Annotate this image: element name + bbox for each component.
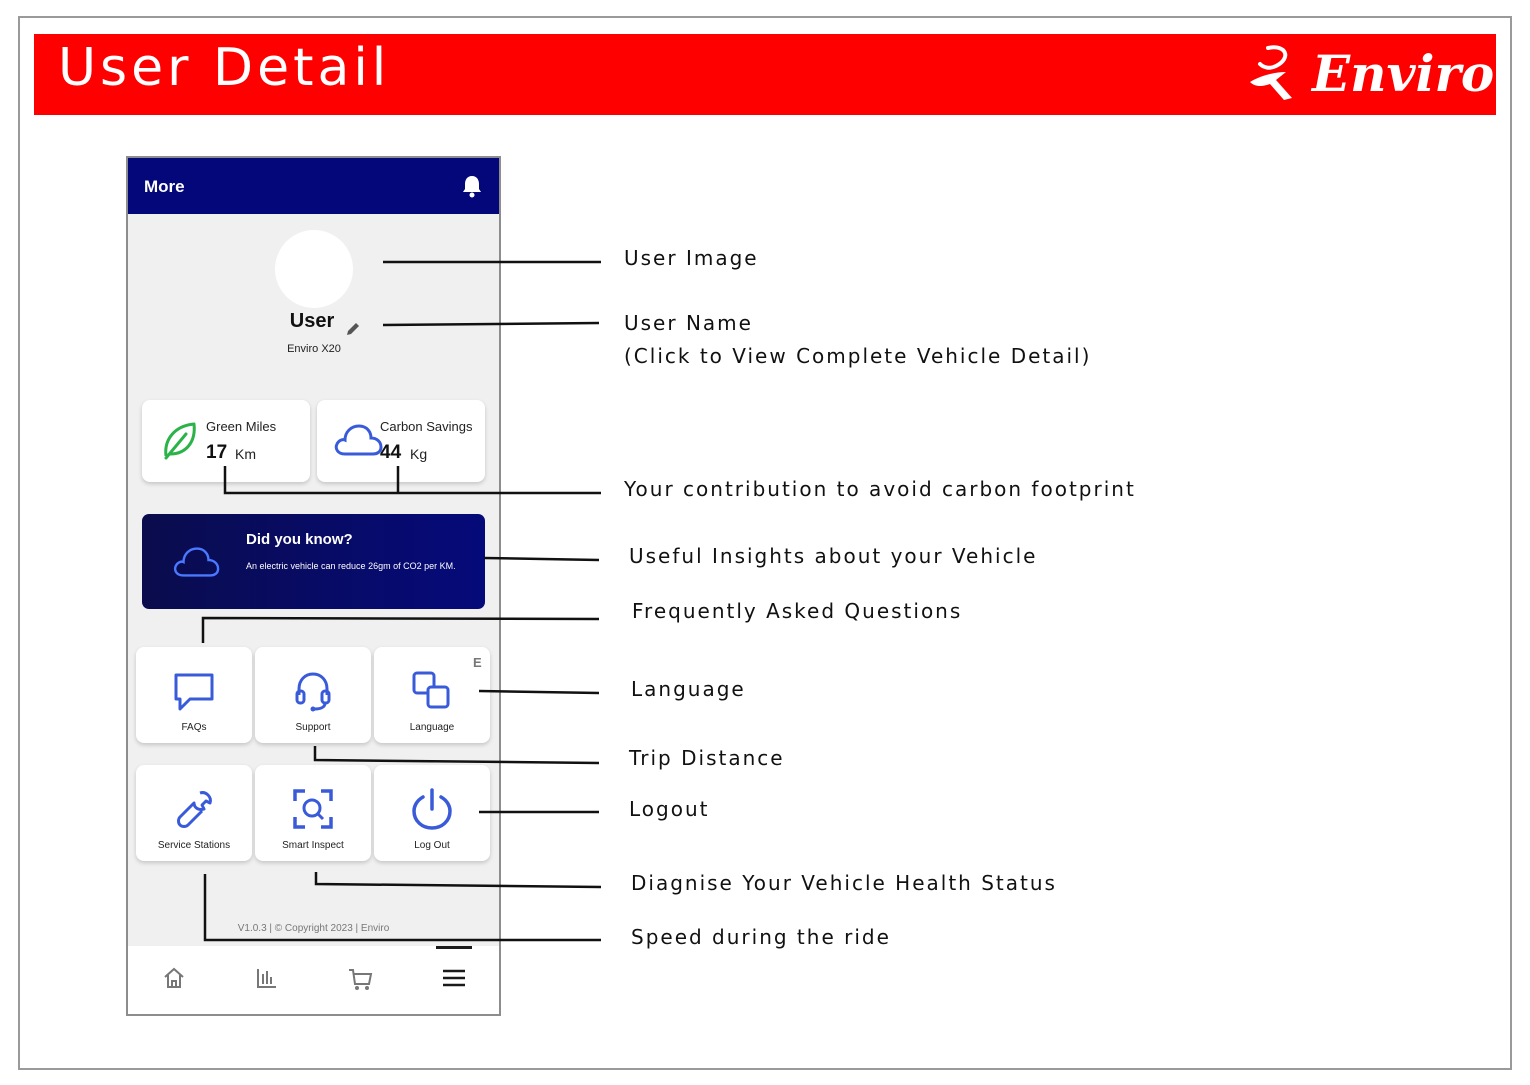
annotation-user-name: User Name bbox=[624, 311, 753, 335]
annotation-diagnose: Diagnise Your Vehicle Health Status bbox=[631, 871, 1057, 895]
annotation-speed: Speed during the ride bbox=[631, 925, 891, 949]
annotation-insights: Useful Insights about your Vehicle bbox=[629, 544, 1038, 568]
annotation-logout: Logout bbox=[629, 797, 710, 821]
annotation-faq: Frequently Asked Questions bbox=[632, 599, 963, 623]
annotation-connectors bbox=[201, 260, 602, 942]
annotation-user-image: User Image bbox=[624, 246, 759, 270]
annotation-language: Language bbox=[631, 677, 746, 701]
annotation-contribution: Your contribution to avoid carbon footpr… bbox=[624, 477, 1136, 501]
annotation-trip: Trip Distance bbox=[629, 746, 785, 770]
annotation-user-name-sub: (Click to View Complete Vehicle Detail) bbox=[624, 344, 1092, 368]
